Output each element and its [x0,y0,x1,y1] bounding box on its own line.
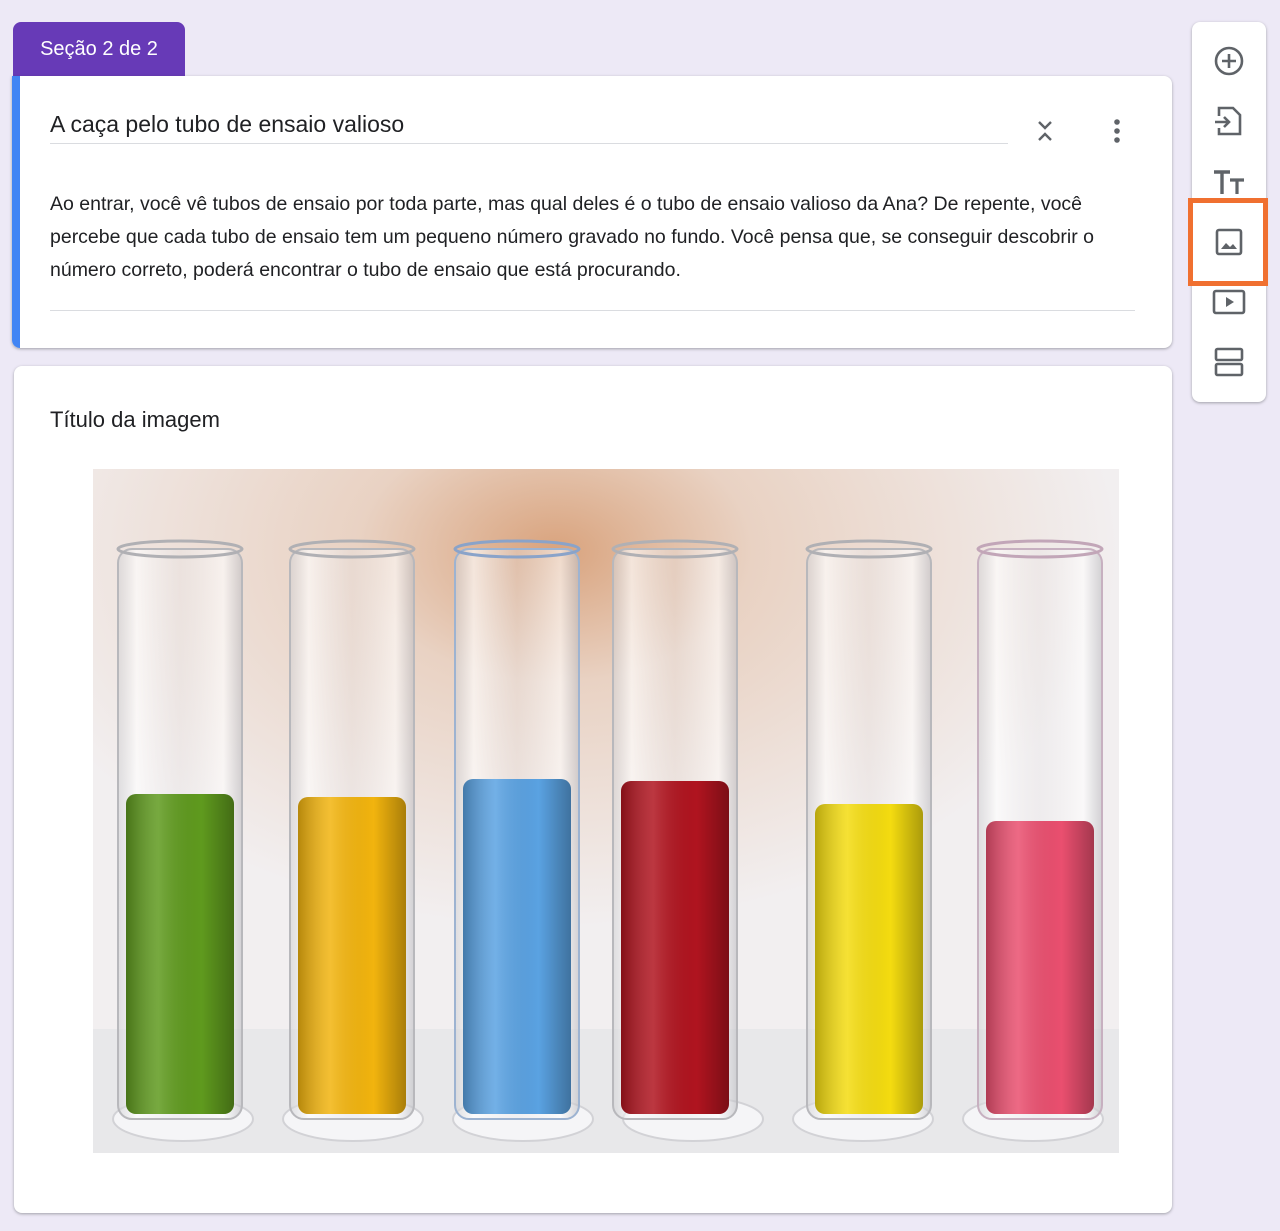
add-circle-icon [1214,46,1244,76]
collapse-icon [1038,121,1052,141]
section-title-input[interactable]: A caça pelo tubo de ensaio valioso [50,108,1008,144]
section-accent-bar [12,76,20,348]
add-section-button[interactable] [1209,342,1249,382]
import-questions-icon [1215,106,1242,136]
more-vert-icon [1114,119,1120,143]
collapse-section-button[interactable] [1030,116,1060,146]
description-underline [50,310,1135,311]
import-questions-button[interactable] [1209,101,1249,141]
add-question-button[interactable] [1209,41,1249,81]
section-header-card: A caça pelo tubo de ensaio valioso Ao en… [12,76,1172,348]
add-section-icon [1214,347,1244,377]
test-tubes-image[interactable] [93,469,1119,1153]
image-title-input[interactable]: Título da imagem [50,404,220,436]
highlight-box [1188,198,1268,286]
add-video-icon [1212,289,1246,315]
image-item-card[interactable]: Título da imagem [14,366,1172,1213]
title-text-icon [1214,170,1244,194]
section-tab-label: Seção 2 de 2 [13,22,185,76]
add-title-description-button[interactable] [1209,162,1249,202]
add-video-button[interactable] [1209,282,1249,322]
more-options-button[interactable] [1102,116,1132,146]
section-description-input[interactable]: Ao entrar, você vê tubos de ensaio por t… [50,188,1136,287]
